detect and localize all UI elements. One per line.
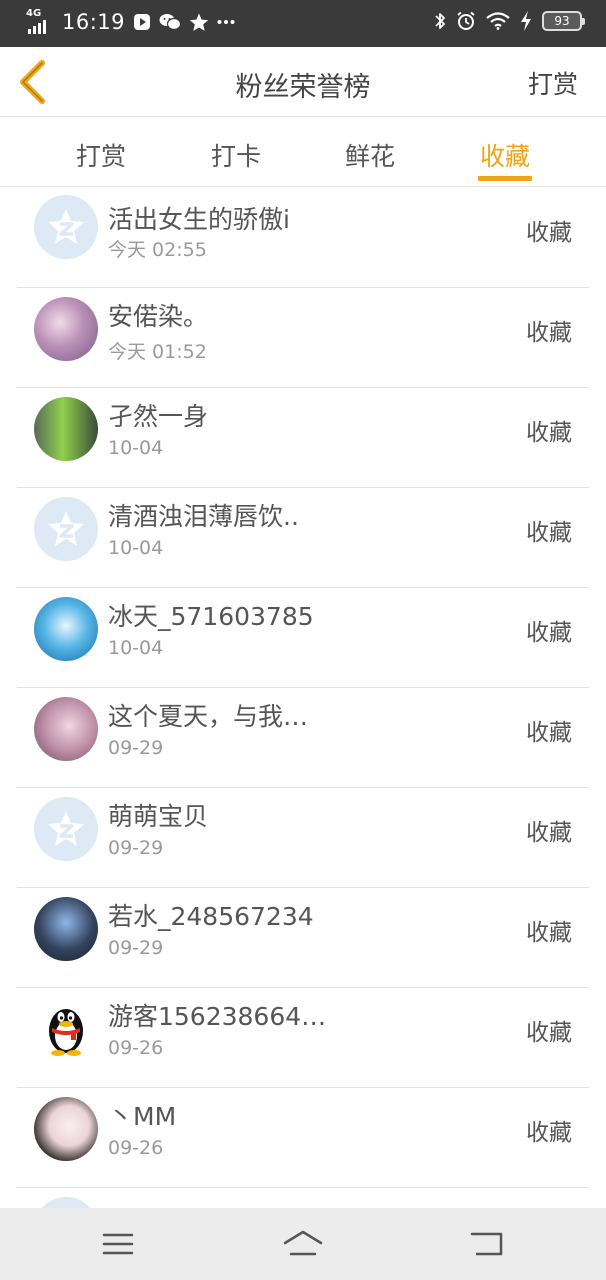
action-label: 收藏: [526, 920, 572, 946]
wifi-icon: [486, 12, 510, 30]
user-name: 安偌染。: [108, 302, 209, 331]
active-tab-indicator: [478, 176, 532, 181]
action-label: 收藏: [526, 820, 572, 846]
list-item[interactable]: 丶MM 09-26 收藏: [17, 1088, 589, 1188]
user-date: 09-26: [108, 1037, 164, 1059]
user-name: 游客156238664…: [108, 1002, 327, 1031]
user-date: 09-29: [108, 737, 164, 759]
tab-favorites[interactable]: 收藏: [455, 137, 555, 173]
avatar: [34, 195, 98, 259]
back-icon[interactable]: [468, 1228, 508, 1260]
action-label: 收藏: [526, 320, 572, 346]
user-date: 10-04: [108, 637, 164, 659]
fan-list: 活出女生的骄傲i 今天 02:55 收藏 安偌染。 今天 01:52 收藏 孑然…: [0, 188, 606, 1208]
user-name: 若水_248567234: [108, 902, 314, 931]
action-label: 收藏: [526, 720, 572, 746]
action-label: 收藏: [526, 520, 572, 546]
avatar: [34, 797, 98, 861]
list-item[interactable]: 清酒浊泪薄唇饮.. 10-04 收藏: [17, 488, 589, 588]
user-date: 今天 02:55: [108, 239, 207, 261]
status-left: 4G 16:19: [26, 8, 235, 34]
status-right: 93: [434, 11, 585, 31]
user-name: 丶MM: [108, 1102, 177, 1131]
avatar: [34, 997, 98, 1061]
page-title: 粉丝荣誉榜: [235, 72, 371, 103]
action-label: 收藏: [526, 620, 572, 646]
user-date: 09-26: [108, 1137, 164, 1159]
user-name: 冰天_571603785: [108, 602, 314, 631]
penguin-icon: [49, 1009, 83, 1056]
header: 粉丝荣誉榜 打赏: [0, 47, 606, 117]
default-avatar-icon: [48, 511, 84, 546]
list-item[interactable]: 安偌染。 今天 01:52 收藏: [17, 288, 589, 388]
list-item[interactable]: 冰天_571603785 10-04 收藏: [17, 588, 589, 688]
system-nav-bar: [0, 1208, 606, 1280]
action-label: 收藏: [526, 1020, 572, 1046]
tab-bar: 打赏 打卡 鲜花 收藏: [0, 118, 606, 187]
status-bar: 4G 16:19 93: [0, 0, 606, 47]
avatar: [34, 497, 98, 561]
list-item[interactable]: 活出女生的骄傲i 今天 02:55 收藏: [17, 188, 589, 288]
user-name: 清酒浊泪薄唇饮..: [108, 502, 299, 531]
status-time: 16:19: [62, 10, 126, 34]
action-label: 收藏: [526, 220, 572, 246]
avatar: [34, 297, 98, 361]
action-label: 收藏: [526, 1120, 572, 1146]
default-avatar-icon: [48, 209, 84, 244]
action-label: 收藏: [526, 420, 572, 446]
notification-icon: [133, 13, 151, 31]
list-item[interactable]: [17, 1188, 589, 1208]
avatar: [34, 1197, 98, 1208]
home-icon[interactable]: [283, 1228, 323, 1260]
alarm-icon: [456, 11, 476, 31]
default-avatar-icon: [48, 811, 84, 846]
list-item[interactable]: 孑然一身 10-04 收藏: [17, 388, 589, 488]
tab-checkin[interactable]: 打卡: [186, 137, 286, 173]
list-item[interactable]: 萌萌宝贝 09-29 收藏: [17, 788, 589, 888]
more-icon: [217, 19, 235, 25]
avatar: [34, 597, 98, 661]
bluetooth-icon: [434, 11, 446, 31]
list-item[interactable]: 游客156238664… 09-26 收藏: [17, 988, 589, 1088]
wechat-icon: [159, 13, 182, 31]
user-name: 孑然一身: [108, 402, 209, 431]
user-name: 这个夏天，与我…: [108, 702, 309, 731]
avatar: [34, 1097, 98, 1161]
network-type: 4G: [26, 8, 42, 19]
menu-icon[interactable]: [98, 1228, 138, 1260]
user-date: 10-04: [108, 437, 164, 459]
charging-icon: [520, 11, 532, 31]
tab-flowers[interactable]: 鲜花: [320, 137, 420, 173]
list-item[interactable]: 这个夏天，与我… 09-29 收藏: [17, 688, 589, 788]
user-date: 09-29: [108, 937, 164, 959]
user-name: 活出女生的骄傲i: [108, 205, 290, 234]
user-name: 萌萌宝贝: [108, 802, 209, 831]
battery-level: 93: [554, 14, 570, 28]
avatar: [34, 397, 98, 461]
avatar: [34, 897, 98, 961]
user-date: 10-04: [108, 537, 164, 559]
star-icon: [189, 13, 209, 32]
user-date: 今天 01:52: [108, 341, 207, 363]
signal-icon: 4G: [26, 8, 54, 34]
reward-button[interactable]: 打赏: [528, 65, 578, 101]
avatar: [34, 697, 98, 761]
tab-reward[interactable]: 打赏: [51, 137, 151, 173]
battery-icon: 93: [542, 11, 585, 31]
list-item[interactable]: 若水_248567234 09-29 收藏: [17, 888, 589, 988]
user-date: 09-29: [108, 837, 164, 859]
